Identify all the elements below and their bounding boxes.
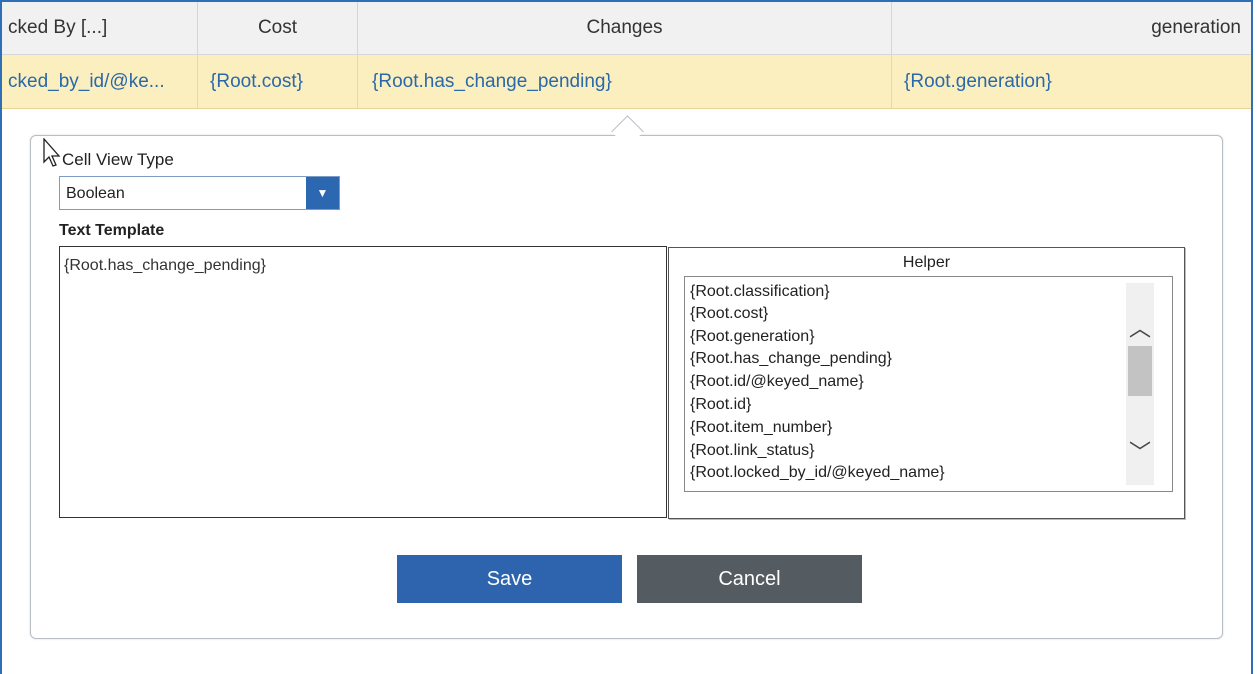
list-item[interactable]: {Root.link_status}	[690, 442, 815, 460]
helper-list[interactable]: {Root.classification} {Root.cost} {Root.…	[684, 276, 1173, 492]
helper-scrollbar[interactable]: ︿ ﹀	[1126, 283, 1154, 485]
cell-view-type-label: Cell View Type	[62, 150, 174, 169]
list-item[interactable]: {Root.id/@keyed_name}	[690, 373, 864, 391]
cancel-button[interactable]: Cancel	[637, 555, 862, 603]
list-item[interactable]: {Root.cost}	[690, 305, 768, 323]
cell-view-type-select[interactable]: Boolean ▼	[59, 176, 340, 210]
mouse-cursor-icon	[43, 138, 61, 167]
column-header-changes[interactable]: Changes	[358, 2, 892, 54]
chevron-up-icon[interactable]: ︿	[1126, 311, 1154, 343]
text-template-label: Text Template	[59, 222, 165, 239]
chevron-down-icon[interactable]: ﹀	[1126, 435, 1154, 467]
column-header-generation[interactable]: generation	[892, 2, 1251, 54]
helper-title: Helper	[902, 254, 951, 271]
column-header-cost[interactable]: Cost	[198, 2, 358, 54]
helper-panel: Helper {Root.classification} {Root.cost}…	[668, 247, 1185, 519]
column-header-locked-by[interactable]: cked By [...]	[2, 2, 198, 54]
chevron-down-icon[interactable]: ▼	[306, 177, 339, 209]
grid-header: cked By [...] Cost Changes generation	[2, 2, 1251, 55]
list-item[interactable]: {Root.generation}	[690, 328, 815, 346]
list-item[interactable]: {Root.has_change_pending}	[690, 350, 892, 368]
table-row[interactable]: cked_by_id/@ke... {Root.cost} {Root.has_…	[2, 55, 1251, 109]
cell-changes[interactable]: {Root.has_change_pending}	[358, 55, 892, 108]
cell-locked-by[interactable]: cked_by_id/@ke...	[2, 55, 198, 108]
list-item[interactable]: {Root.classification}	[690, 283, 830, 301]
list-item[interactable]: {Root.id}	[690, 396, 751, 414]
list-item[interactable]: {Root.locked_by_id/@keyed_name}	[690, 464, 945, 482]
cell-generation[interactable]: {Root.generation}	[892, 55, 1251, 108]
cell-cost[interactable]: {Root.cost}	[198, 55, 358, 108]
list-item[interactable]: {Root.item_number}	[690, 419, 832, 437]
text-template-input[interactable]: {Root.has_change_pending}	[59, 246, 667, 518]
scroll-thumb[interactable]	[1128, 346, 1152, 396]
cell-view-type-value: Boolean	[66, 185, 125, 202]
save-button[interactable]: Save	[397, 555, 622, 603]
